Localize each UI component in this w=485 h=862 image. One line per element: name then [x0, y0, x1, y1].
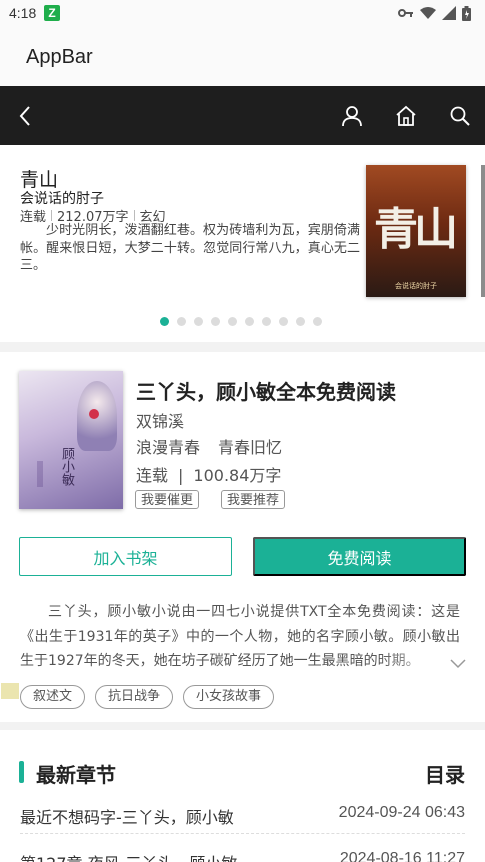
banner-description: 少时光阴长，泼酒翻红巷。权为砖墙利为瓦，宾朋倚满帐。醒来恨日短，大梦二十转。忽觉… [20, 223, 360, 273]
book-author[interactable]: 双锦溪 [136, 408, 184, 432]
book-cover-title: 顾小敏 [59, 447, 74, 486]
book-status: 连载 [136, 466, 169, 485]
cover-rose [89, 409, 99, 419]
app-bar-title: AppBar [26, 46, 93, 68]
section-divider [0, 722, 485, 730]
book-categories: 浪漫青春 青春旧忆 [136, 434, 282, 458]
status-icons [398, 5, 471, 21]
back-button[interactable] [3, 86, 47, 145]
carousel-dot[interactable] [160, 317, 169, 326]
add-to-shelf-button[interactable]: 加入书架 [19, 537, 232, 576]
status-separator: | [178, 466, 184, 485]
carousel-dot[interactable] [211, 317, 220, 326]
carousel-dot[interactable] [245, 317, 254, 326]
carousel-dot[interactable] [262, 317, 271, 326]
chapter-row[interactable]: 最近不想码字-三丫头，顾小敏 2024-09-24 06:43 [20, 798, 465, 834]
book-word-count: 100.84万字 [193, 466, 282, 485]
chapter-row[interactable]: 第127章 夜风-三丫头，顾小敏 2024-08-16 11:27 [20, 844, 465, 862]
status-time: 4:18 [9, 5, 37, 21]
carousel-indicator [160, 317, 322, 326]
carousel-dot[interactable] [279, 317, 288, 326]
divider [133, 210, 135, 221]
wifi-icon [420, 7, 436, 19]
section-accent-bar [19, 761, 24, 783]
app-bar: AppBar [0, 28, 485, 86]
featured-banner[interactable]: 青山 会说话的肘子 连载 212.07万字 玄幻 少时光阴长，泼酒翻红巷。权为砖… [0, 145, 485, 342]
banner-cover-title: 青山 [374, 204, 458, 255]
banner-book-author: 会说话的肘子 [20, 191, 104, 207]
cover-decoration [37, 461, 43, 487]
expand-description-button[interactable] [448, 653, 468, 673]
keyword-tag[interactable]: 叙述文 [20, 685, 86, 709]
chapter-date: 2024-09-24 06:43 [338, 804, 465, 821]
keyword-tag[interactable]: 小女孩故事 [183, 685, 275, 709]
user-icon [342, 105, 362, 126]
book-category[interactable]: 浪漫青春 [136, 434, 200, 458]
book-status-line: 连载 | 100.84万字 [136, 462, 281, 486]
status-bar: 4:18 Z [0, 0, 485, 28]
home-button[interactable] [384, 86, 428, 145]
urge-update-button[interactable]: 我要催更 [135, 490, 200, 509]
next-banner-peek [481, 165, 485, 297]
book-category[interactable]: 青春旧忆 [218, 434, 282, 458]
latest-chapters: 最新章节 目录 最近不想码字-三丫头，顾小敏 2024-09-24 06:43 … [0, 730, 485, 862]
banner-book-cover[interactable]: 青山 会说话的肘子 [366, 165, 466, 297]
chevron-down-icon [450, 659, 466, 669]
battery-icon [462, 5, 471, 21]
chapter-name: 最近不想码字-三丫头，顾小敏 [20, 808, 234, 827]
highlight-marker [1, 683, 19, 699]
chapter-date: 2024-08-16 11:27 [339, 850, 465, 862]
carousel-dot[interactable] [194, 317, 203, 326]
chapter-name: 第127章 夜风-三丫头，顾小敏 [20, 850, 237, 862]
banner-cover-author: 会说话的肘子 [395, 282, 437, 290]
latest-chapters-title: 最新章节 [36, 763, 116, 787]
catalog-link[interactable]: 目录 [425, 759, 465, 788]
keyword-tag[interactable]: 抗日战争 [95, 685, 174, 709]
book-cover[interactable]: 顾小敏 [19, 371, 123, 509]
search-button[interactable] [438, 86, 482, 145]
app-notification-icon: Z [44, 5, 60, 21]
search-icon [450, 106, 470, 126]
divider [51, 210, 53, 221]
section-divider [0, 342, 485, 352]
nav-bar [0, 86, 485, 145]
book-detail: 顾小敏 三丫头，顾小敏全本免费阅读 双锦溪 浪漫青春 青春旧忆 连载 | 100.8… [0, 352, 485, 722]
home-icon [396, 105, 416, 126]
free-read-button[interactable]: 免费阅读 [253, 537, 466, 576]
carousel-dot[interactable] [296, 317, 305, 326]
book-title: 三丫头，顾小敏全本免费阅读 [136, 380, 396, 404]
carousel-dot[interactable] [177, 317, 186, 326]
user-button[interactable] [330, 86, 374, 145]
vpn-key-icon [398, 9, 413, 17]
keyword-tags: 叙述文 抗日战争 小女孩故事 [20, 685, 275, 709]
signal-icon [442, 6, 456, 20]
back-icon [19, 105, 30, 126]
carousel-dot[interactable] [228, 317, 237, 326]
carousel-dot[interactable] [313, 317, 322, 326]
recommend-button[interactable]: 我要推荐 [221, 490, 286, 509]
